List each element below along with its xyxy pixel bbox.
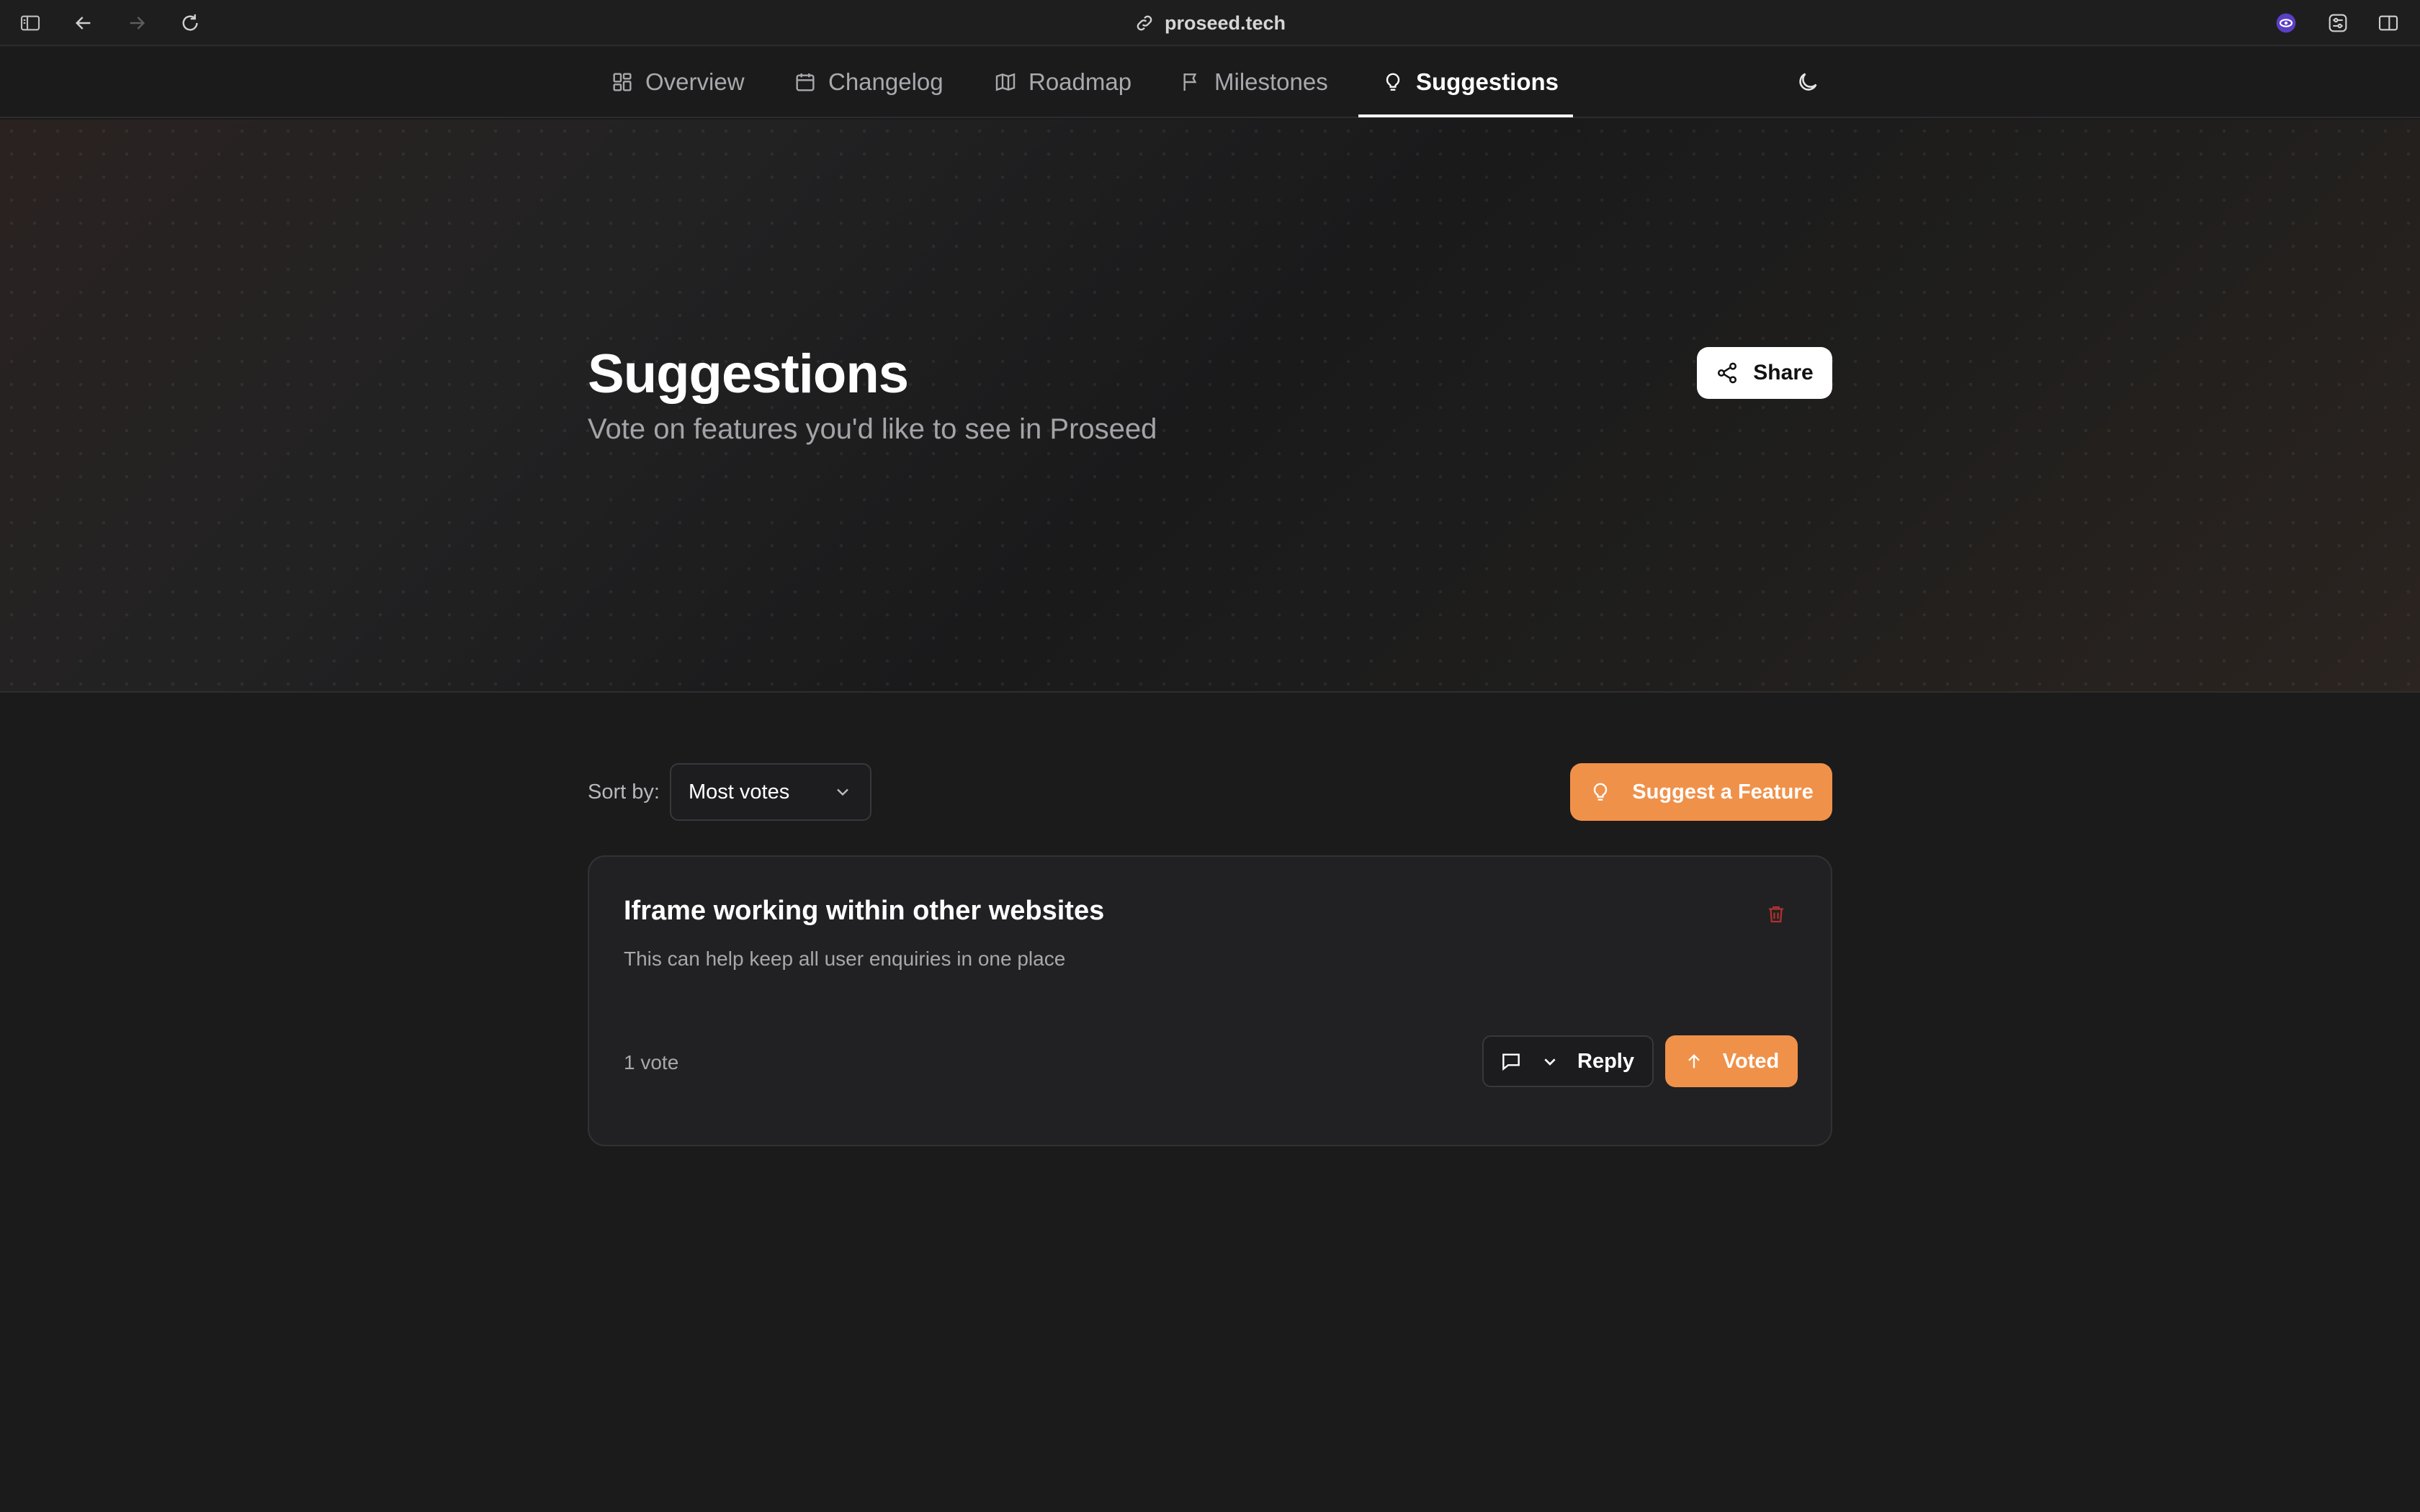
theme-toggle-button[interactable]	[1793, 68, 1822, 96]
moon-icon	[1796, 70, 1820, 94]
suggest-feature-label: Suggest a Feature	[1632, 780, 1814, 804]
tab-overview[interactable]: Overview	[611, 46, 745, 118]
trash-icon	[1765, 904, 1787, 925]
suggestion-card: Iframe working within other websites Thi…	[588, 855, 1832, 1146]
chevron-down-icon	[1538, 1050, 1561, 1073]
flag-icon	[1180, 71, 1203, 94]
chevron-down-icon	[833, 782, 853, 802]
share-label: Share	[1753, 361, 1814, 384]
comment-icon	[1500, 1050, 1523, 1073]
vote-button[interactable]: Voted	[1665, 1035, 1798, 1087]
tab-label: Overview	[645, 68, 745, 95]
calendar-icon	[794, 71, 817, 94]
suggest-feature-button[interactable]: Suggest a Feature	[1570, 763, 1832, 821]
main-nav: Overview Changelog Roadmap Milestones Su…	[0, 46, 2420, 118]
sort-value: Most votes	[689, 780, 790, 804]
share-button[interactable]: Share	[1697, 347, 1832, 399]
tab-suggestions[interactable]: Suggestions	[1381, 46, 1559, 118]
tab-milestones[interactable]: Milestones	[1180, 46, 1328, 118]
grid-icon	[611, 71, 634, 94]
extension-icon[interactable]	[2273, 10, 2299, 36]
url-text: proseed.tech	[1164, 12, 1286, 34]
tab-label: Roadmap	[1028, 68, 1132, 95]
tab-roadmap[interactable]: Roadmap	[994, 46, 1131, 118]
sort-select[interactable]: Most votes	[670, 763, 871, 821]
link-icon	[1134, 13, 1155, 33]
address-bar[interactable]: proseed.tech	[0, 0, 2420, 46]
share-icon	[1716, 361, 1739, 384]
lightbulb-icon	[1381, 71, 1404, 94]
reply-label: Reply	[1577, 1049, 1634, 1073]
tab-changelog[interactable]: Changelog	[794, 46, 944, 118]
hero-banner: Suggestions Vote on features you'd like …	[0, 120, 2420, 693]
map-icon	[994, 71, 1017, 94]
suggestion-title: Iframe working within other websites	[624, 896, 1105, 926]
delete-button[interactable]	[1762, 900, 1791, 929]
active-tab-indicator	[1358, 114, 1573, 117]
page-subtitle: Vote on features you'd like to see in Pr…	[588, 413, 1157, 445]
reply-button[interactable]: Reply	[1482, 1035, 1654, 1087]
vote-label: Voted	[1722, 1049, 1780, 1073]
browser-toolbar: proseed.tech	[0, 0, 2420, 46]
tab-label: Changelog	[828, 68, 944, 95]
lightbulb-icon	[1589, 780, 1612, 804]
arrow-up-icon	[1684, 1051, 1704, 1071]
suggestion-description: This can help keep all user enquiries in…	[624, 948, 1066, 970]
vote-count: 1 vote	[624, 1051, 679, 1074]
split-view-icon[interactable]	[2375, 10, 2401, 36]
sort-label: Sort by:	[588, 780, 660, 804]
tab-label: Milestones	[1214, 68, 1328, 95]
settings-sliders-icon[interactable]	[2325, 10, 2351, 36]
page-title: Suggestions	[588, 343, 909, 405]
tab-label: Suggestions	[1416, 68, 1559, 95]
